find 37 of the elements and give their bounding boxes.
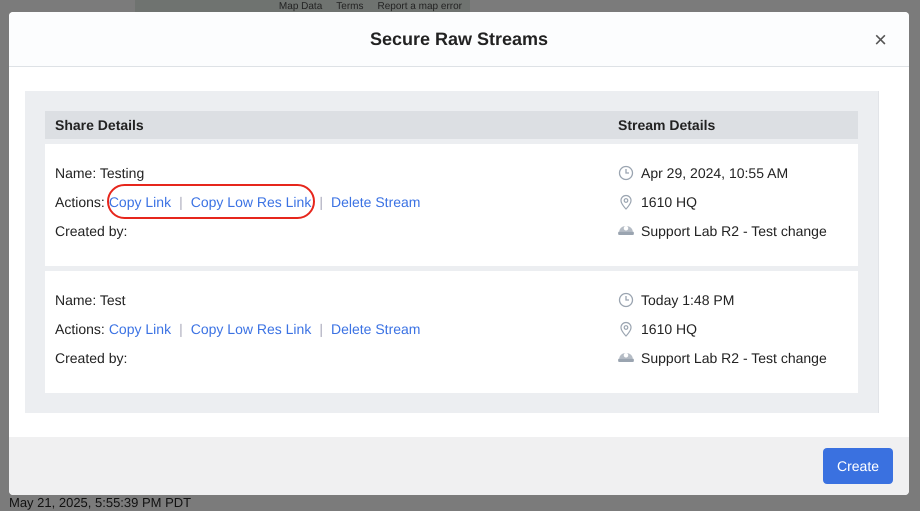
action-link[interactable]: Copy Link bbox=[108, 320, 172, 337]
actions-label: Actions: bbox=[55, 320, 105, 337]
separator: | bbox=[179, 194, 183, 210]
action-link[interactable]: Delete Stream bbox=[330, 194, 420, 210]
dialog-title: Secure Raw Streams bbox=[370, 28, 548, 50]
map-link[interactable]: Report a map error bbox=[378, 2, 462, 12]
separator: | bbox=[179, 320, 183, 337]
clock-icon bbox=[618, 164, 634, 181]
action-link[interactable]: Delete Stream bbox=[330, 320, 420, 337]
created-by-label: Created by: bbox=[55, 222, 128, 239]
camera-name: Support Lab R2 - Test change bbox=[641, 350, 827, 366]
stream-time: Today 1:48 PM bbox=[641, 292, 734, 308]
share-name: Name: Testing bbox=[55, 164, 144, 181]
close-button[interactable]: × bbox=[870, 30, 891, 50]
action-link[interactable]: Copy Low Res Link bbox=[190, 320, 312, 337]
map-pin-icon bbox=[618, 194, 634, 210]
timestamp: May 21, 2025, 5:55:39 PM PDT bbox=[9, 496, 192, 510]
column-header: Share Details bbox=[54, 117, 145, 134]
site-name: 1610 HQ bbox=[641, 320, 698, 337]
action-link[interactable]: Copy Low Res Link bbox=[190, 194, 312, 210]
camera-name: Support Lab R2 - Test change bbox=[641, 222, 827, 239]
stream-time: Apr 29, 2024, 10:55 AM bbox=[641, 164, 788, 181]
map-link[interactable]: Map Data bbox=[278, 2, 322, 12]
share-name: Name: Test bbox=[55, 292, 126, 308]
action-link[interactable]: Copy Link bbox=[108, 194, 172, 210]
dome-camera-icon bbox=[618, 226, 634, 236]
map-link[interactable]: Terms bbox=[336, 2, 364, 12]
site-name: 1610 HQ bbox=[641, 194, 698, 210]
map-pin-icon bbox=[618, 320, 634, 337]
created-by-label: Created by: bbox=[55, 350, 128, 366]
separator: | bbox=[319, 194, 323, 210]
column-header: Stream Details bbox=[617, 117, 716, 134]
separator: | bbox=[319, 320, 323, 337]
create-button[interactable]: Create bbox=[823, 448, 893, 484]
actions-label: Actions: bbox=[55, 194, 105, 210]
clock-icon bbox=[618, 292, 634, 308]
dome-camera-icon bbox=[618, 353, 634, 362]
